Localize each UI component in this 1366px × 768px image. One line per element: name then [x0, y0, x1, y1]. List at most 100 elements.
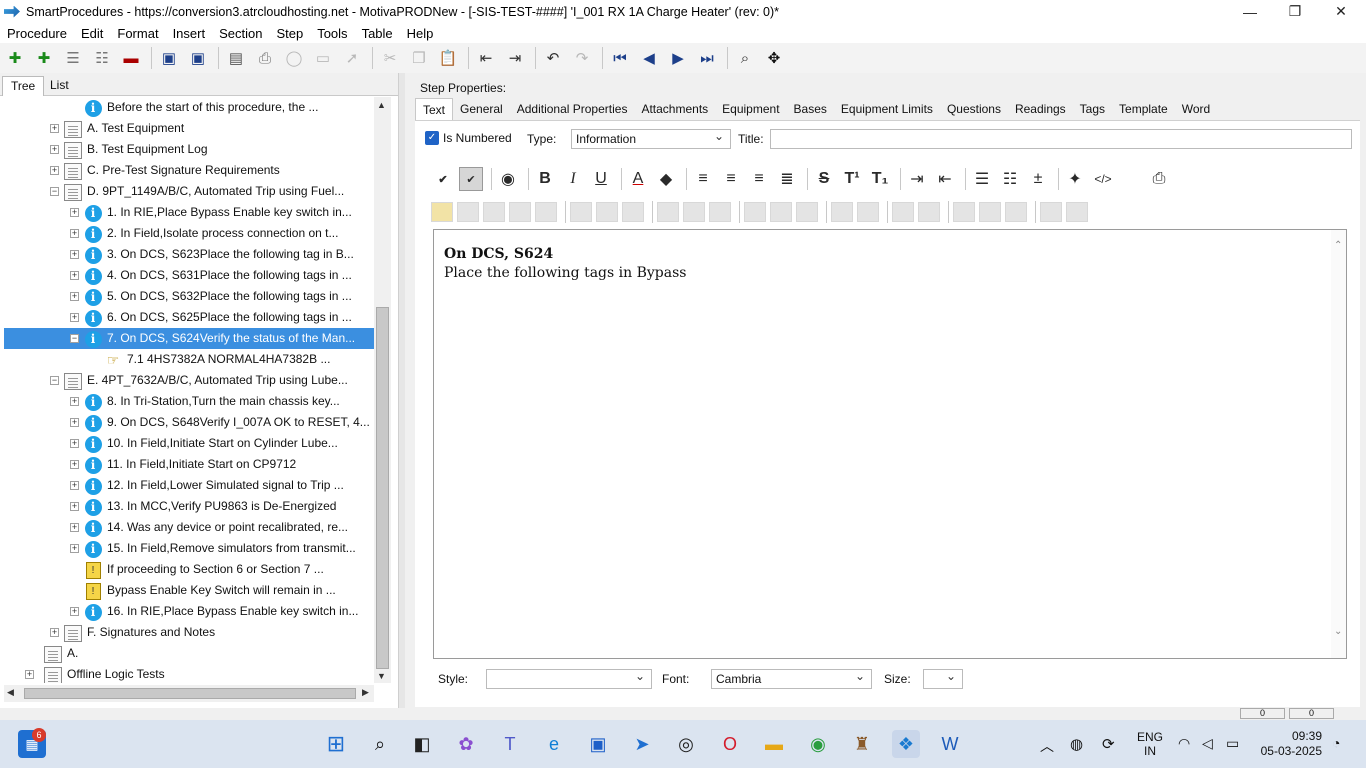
menu-tools[interactable]: Tools: [317, 26, 347, 41]
expand-icon[interactable]: +: [70, 208, 79, 217]
expand-icon[interactable]: +: [50, 166, 59, 175]
tab-bases[interactable]: Bases: [787, 98, 834, 120]
tab-questions[interactable]: Questions: [940, 98, 1008, 120]
tree-node[interactable]: A.: [4, 643, 374, 664]
style-select[interactable]: [486, 667, 652, 689]
expand-icon[interactable]: +: [70, 544, 79, 553]
table-tool-10-icon[interactable]: [709, 202, 731, 222]
tab-equipment-limits[interactable]: Equipment Limits: [834, 98, 940, 120]
print-preview-icon[interactable]: ⎙: [1147, 167, 1171, 191]
expand-icon[interactable]: +: [70, 502, 79, 511]
table-tool-2-icon[interactable]: [483, 202, 505, 222]
title-input[interactable]: [770, 129, 1352, 149]
menu-section[interactable]: Section: [219, 26, 262, 41]
step-text-editor[interactable]: On DCS, S624 Place the following tags in…: [433, 229, 1347, 659]
next-icon[interactable]: ▶: [667, 47, 689, 69]
tree-vertical-scrollbar[interactable]: ▲ ▼: [374, 97, 391, 683]
app-icon-1[interactable]: ♜: [848, 730, 876, 758]
store-icon[interactable]: ▣: [584, 730, 612, 758]
paste-icon[interactable]: 📋: [437, 47, 459, 69]
tree-hscroll-thumb[interactable]: [24, 688, 356, 699]
table-tool-9-icon[interactable]: [683, 202, 705, 222]
expand-icon[interactable]: +: [70, 313, 79, 322]
collapse-icon[interactable]: −: [70, 334, 79, 343]
superscript-icon[interactable]: T¹: [840, 167, 864, 191]
align-left-icon[interactable]: ≡: [691, 167, 715, 191]
size-select[interactable]: [923, 667, 963, 689]
tab-word[interactable]: Word: [1175, 98, 1217, 120]
tab-additional-properties[interactable]: Additional Properties: [510, 98, 635, 120]
tree-node[interactable]: i Before the start of this procedure, the…: [4, 97, 374, 118]
indent-icon[interactable]: ⇥: [504, 47, 526, 69]
menu-step[interactable]: Step: [276, 26, 303, 41]
list-icon[interactable]: ☰: [62, 47, 84, 69]
last-icon[interactable]: ⏭: [696, 47, 718, 69]
smartprocedures-taskbar-icon[interactable]: ❖: [892, 730, 920, 758]
find-icon[interactable]: ⌕: [734, 47, 756, 69]
table-tool-21-icon[interactable]: [1040, 202, 1062, 222]
cut-icon[interactable]: ✂: [379, 47, 401, 69]
align-right-icon[interactable]: ≡: [747, 167, 771, 191]
clock[interactable]: 09:39 05-03-2025: [1256, 729, 1322, 759]
copilot-icon[interactable]: ✿: [452, 730, 480, 758]
file-explorer-icon[interactable]: ▬: [760, 730, 788, 758]
tree-node[interactable]: + i 6. On DCS, S625Place the following tag…: [4, 307, 374, 328]
table-tool-14-icon[interactable]: [831, 202, 853, 222]
tab-attachments[interactable]: Attachments: [634, 98, 715, 120]
export-icon[interactable]: ▤: [225, 47, 247, 69]
tree-node[interactable]: + i 10. In Field,Initiate Start on Cylinde…: [4, 433, 374, 454]
outdent-icon[interactable]: ⇤: [475, 47, 497, 69]
expand-icon[interactable]: +: [70, 460, 79, 469]
strikethrough-icon[interactable]: S: [812, 167, 836, 191]
search-icon[interactable]: ⌕: [366, 730, 394, 758]
tree-vscroll-thumb[interactable]: [376, 307, 389, 669]
sync-icon[interactable]: ⟳: [1102, 735, 1115, 753]
tab-tree[interactable]: Tree: [2, 76, 45, 96]
table-tool-11-icon[interactable]: [744, 202, 766, 222]
tree-node[interactable]: + i 8. In Tri-Station,Turn the main chassi…: [4, 391, 374, 412]
tree-node[interactable]: + i 9. On DCS, S648Verify I_007A OK to RES…: [4, 412, 374, 433]
expand-icon[interactable]: +: [70, 523, 79, 532]
previous-icon[interactable]: ◀: [638, 47, 660, 69]
redo-icon[interactable]: ↷: [571, 47, 593, 69]
redo-arrow-icon[interactable]: ➚: [341, 47, 363, 69]
spellcheck-auto-icon[interactable]: ✔: [459, 167, 483, 191]
word-icon[interactable]: W: [936, 730, 964, 758]
subscript-icon[interactable]: T₁: [868, 167, 892, 191]
justify-icon[interactable]: ≣: [775, 167, 799, 191]
pane-splitter[interactable]: [398, 73, 405, 708]
menu-format[interactable]: Format: [117, 26, 158, 41]
menu-procedure[interactable]: Procedure: [7, 26, 67, 41]
tab-readings[interactable]: Readings: [1008, 98, 1073, 120]
insert-symbol-icon[interactable]: ±: [1026, 167, 1050, 191]
tree-node[interactable]: + i 14. Was any device or point recalibrat…: [4, 517, 374, 538]
menu-edit[interactable]: Edit: [81, 26, 103, 41]
first-icon[interactable]: ⏮: [609, 47, 631, 69]
language-indicator[interactable]: ENG IN: [1130, 730, 1170, 758]
fill-color-icon[interactable]: ◆: [654, 167, 678, 191]
tree-node[interactable]: − E. 4PT_7632A/B/C, Automated Trip using …: [4, 370, 374, 391]
tree-node[interactable]: − D. 9PT_1149A/B/C, Automated Trip using …: [4, 181, 374, 202]
dell-icon[interactable]: ◎: [672, 730, 700, 758]
tree-node[interactable]: ! Bypass Enable Key Switch will remain in…: [4, 580, 374, 601]
code-view-icon[interactable]: </>: [1091, 167, 1115, 191]
expand-icon[interactable]: +: [70, 397, 79, 406]
table-tool-4-icon[interactable]: [535, 202, 557, 222]
tree-node[interactable]: ! If proceeding to Section 6 or Section 7…: [4, 559, 374, 580]
expand-icon[interactable]: +: [70, 481, 79, 490]
type-select[interactable]: Information: [571, 127, 731, 149]
table-tool-1-icon[interactable]: [457, 202, 479, 222]
edge-icon[interactable]: e: [540, 730, 568, 758]
expand-icon[interactable]: +: [70, 271, 79, 280]
tab-template[interactable]: Template: [1112, 98, 1175, 120]
highlight-icon[interactable]: ◉: [496, 167, 520, 191]
align-center-icon[interactable]: ≡: [719, 167, 743, 191]
menu-insert[interactable]: Insert: [173, 26, 206, 41]
table-tool-19-icon[interactable]: [979, 202, 1001, 222]
tree-node[interactable]: + A. Test Equipment: [4, 118, 374, 139]
refresh-icon[interactable]: ◯: [283, 47, 305, 69]
italic-icon[interactable]: I: [561, 167, 585, 191]
list-alt-icon[interactable]: ☷: [91, 47, 113, 69]
tree-node[interactable]: + i 5. On DCS, S632Place the following tag…: [4, 286, 374, 307]
table-tool-5-icon[interactable]: [570, 202, 592, 222]
